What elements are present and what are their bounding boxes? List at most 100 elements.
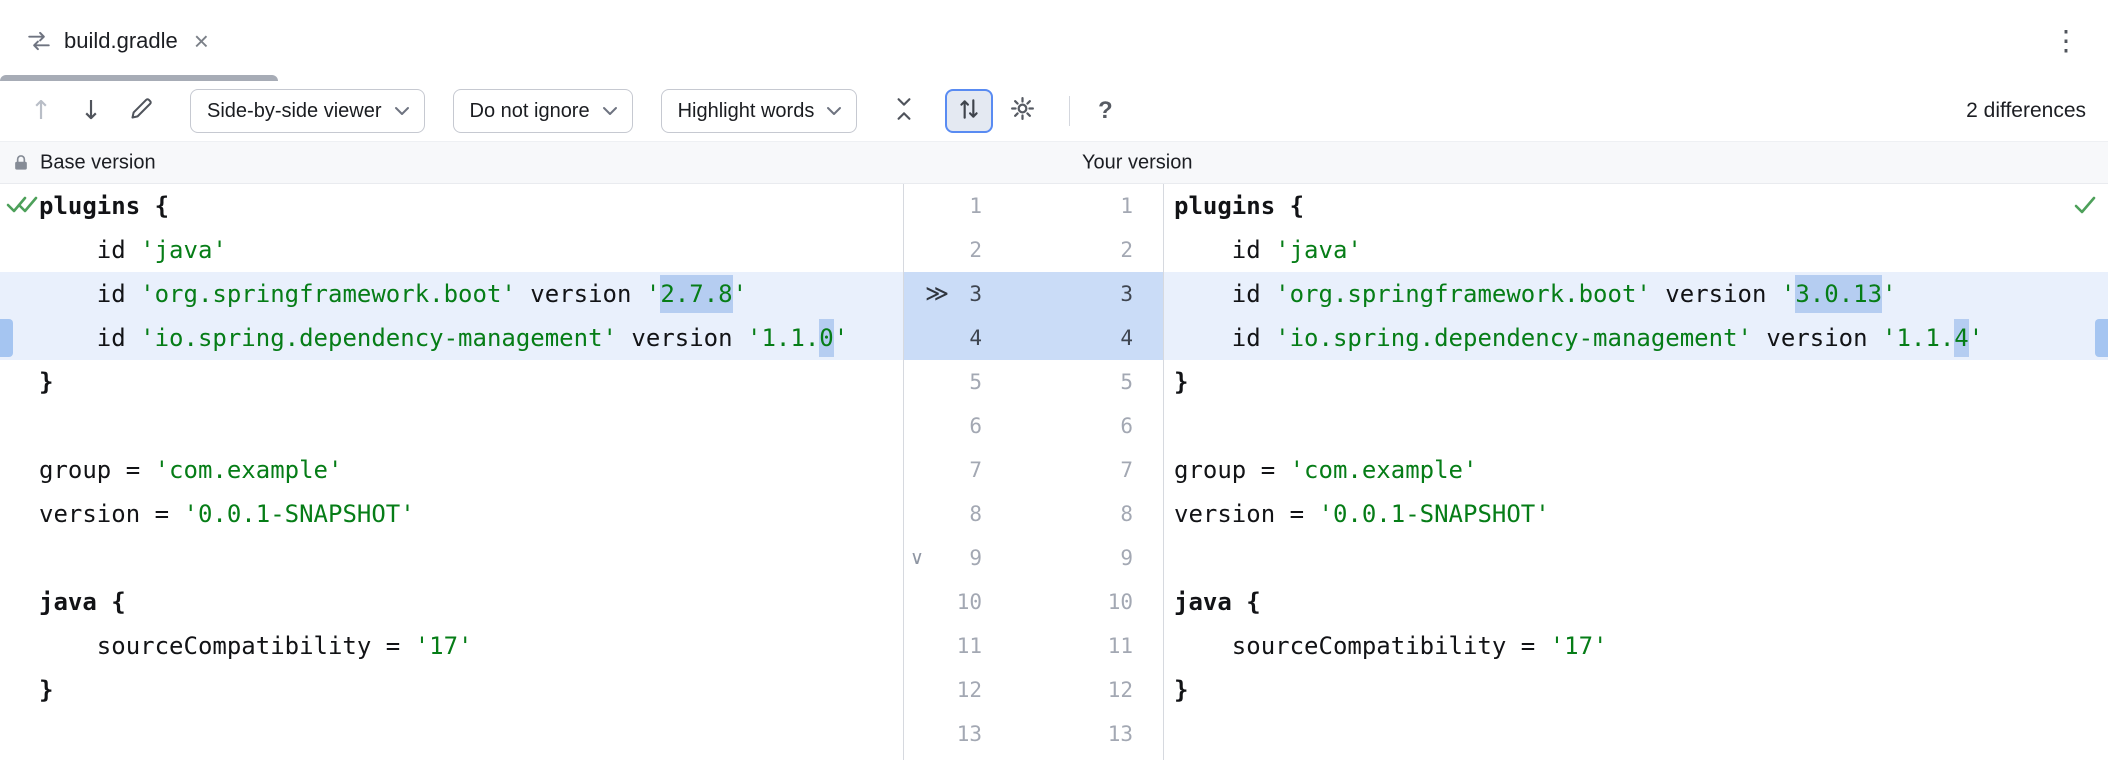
settings-button[interactable] [1003,92,1041,130]
gutter-row-9: ∨99 [903,536,1164,580]
code-segment: version = [39,500,184,528]
tab-build-gradle[interactable]: build.gradle × [0,0,209,81]
code-segment: plugins { [1174,192,1304,220]
right-code-line-4[interactable]: id 'io.spring.dependency-management' ver… [1164,316,2108,360]
right-code-line-9[interactable] [1164,536,2108,580]
fold-chevron-icon[interactable]: ∨ [910,536,924,580]
code-segment: } [1174,676,1188,704]
right-line-number: 4 [982,316,1133,360]
left-code-line-9[interactable] [0,536,903,580]
arrow-down-icon: ↓ [80,98,102,124]
whitespace-policy-label: Do not ignore [470,100,590,123]
gutter-row-13: 1313 [903,712,1164,756]
diff-toolbar: ↑ ↓ Side-by-side viewer Do not ignore Hi… [0,81,2108,141]
version-headers: Base version Your version [0,141,2108,184]
right-code-line-8[interactable]: version = '0.0.1-SNAPSHOT' [1164,492,2108,536]
whitespace-policy-dropdown[interactable]: Do not ignore [453,89,633,133]
code-segment: '17' [1550,632,1608,660]
left-line-number: 13 [903,712,982,756]
left-code-line-1[interactable]: plugins { [0,184,903,228]
right-code-line-11[interactable]: sourceCompatibility = '17' [1164,624,2108,668]
left-code-line-5[interactable]: } [0,360,903,404]
diff-change-marker-icon[interactable]: ≫ [925,272,949,316]
tab-close-icon[interactable]: × [194,28,209,54]
diff-changed-word: 0 [819,319,833,357]
code-segment: id [1174,236,1275,264]
right-line-number: 3 [982,272,1133,316]
edit-button[interactable] [122,92,160,130]
viewer-mode-dropdown[interactable]: Side-by-side viewer [190,89,425,133]
code-segment: '0.0.1-SNAPSHOT' [184,500,415,528]
right-code-line-2[interactable]: id 'java' [1164,228,2108,272]
diff-changed-word: 4 [1954,319,1968,357]
right-line-number: 7 [982,448,1133,492]
code-segment: sourceCompatibility = [39,632,415,660]
code-segment: version [617,324,747,352]
code-segment: version [1651,280,1781,308]
right-code-line-12[interactable]: } [1164,668,2108,712]
right-code-line-10[interactable]: java { [1164,580,2108,624]
left-code-line-11[interactable]: sourceCompatibility = '17' [0,624,903,668]
right-line-number: 10 [982,580,1133,624]
gutter-row-8: 88 [903,492,1164,536]
synchronize-scrolling-toggle[interactable] [945,89,993,133]
code-segment: group = [39,456,155,484]
change-stripe-marker[interactable] [2095,319,2108,357]
left-code-line-13[interactable] [0,712,903,756]
left-line-number: 10 [903,580,982,624]
code-segment: '17' [415,632,473,660]
code-segment: id [39,236,140,264]
code-segment: 'org.springframework.boot' [140,280,516,308]
change-stripe-marker[interactable] [0,319,13,357]
code-segment: 'java' [1275,236,1362,264]
code-segment: id [39,324,140,352]
right-code-line-5[interactable]: } [1164,360,2108,404]
left-code-line-2[interactable]: id 'java' [0,228,903,272]
right-code-line-1[interactable]: plugins { [1164,184,2108,228]
right-code-line-6[interactable] [1164,404,2108,448]
code-segment: java { [39,588,126,616]
right-line-number: 1 [982,184,1133,228]
gutter-row-5: 55 [903,360,1164,404]
gutter-row-11: 1111 [903,624,1164,668]
left-line-number: 12 [903,668,982,712]
left-code-line-8[interactable]: version = '0.0.1-SNAPSHOT' [0,492,903,536]
read-only-lock-icon [11,153,31,173]
tab-title: build.gradle [64,28,178,54]
pencil-icon [128,95,155,127]
code-segment: ' [733,280,747,308]
highlight-mode-dropdown[interactable]: Highlight words [661,89,858,133]
your-version-header: Your version [1082,151,1192,174]
left-code-line-6[interactable] [0,404,903,448]
right-code-line-13[interactable] [1164,712,2108,756]
right-code-line-7[interactable]: group = 'com.example' [1164,448,2108,492]
gutter-row-10: 1010 [903,580,1164,624]
next-difference-button[interactable]: ↓ [72,92,110,130]
left-code-line-7[interactable]: group = 'com.example' [0,448,903,492]
right-line-number: 2 [982,228,1133,272]
collapse-unchanged-button[interactable] [885,92,923,130]
gutter-row-3: ≫33 [903,272,1164,316]
gutter-row-7: 77 [903,448,1164,492]
left-code-line-4[interactable]: id 'io.spring.dependency-management' ver… [0,316,903,360]
gutter-row-4: 44 [903,316,1164,360]
left-code-line-10[interactable]: java { [0,580,903,624]
chevron-down-icon [602,106,618,116]
right-line-number: 6 [982,404,1133,448]
previous-difference-button[interactable]: ↑ [22,92,60,130]
code-segment: plugins { [39,192,169,220]
right-code-line-3[interactable]: id 'org.springframework.boot' version '3… [1164,272,2108,316]
left-line-number: 5 [903,360,982,404]
diff-changed-word: 2.7.8 [660,275,732,313]
more-options-icon[interactable]: ⋮ [2052,27,2080,55]
code-segment: ' [1882,280,1896,308]
code-segment: '1.1. [747,324,819,352]
left-code-line-3[interactable]: id 'org.springframework.boot' version '2… [0,272,903,316]
help-button[interactable]: ? [1086,92,1124,130]
code-segment: 'io.spring.dependency-management' [1275,324,1752,352]
left-code-line-12[interactable]: } [0,668,903,712]
code-segment: ' [646,280,660,308]
changes-applied-check-icon [6,192,40,223]
code-segment: group = [1174,456,1290,484]
chevron-down-icon [394,106,410,116]
